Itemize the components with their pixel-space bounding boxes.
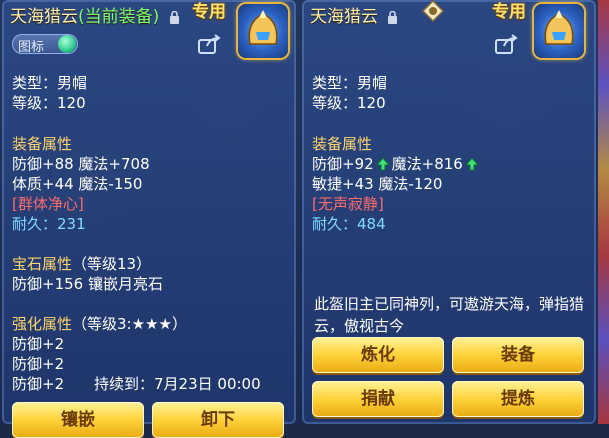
enhance-close: ） (171, 315, 187, 333)
gem-level: （等级13） (72, 255, 152, 273)
attr-value-defense: 防御+92 (312, 155, 374, 173)
enhance-stars: ★★★ (131, 315, 172, 333)
enhance-attr-row: 强化属性（等级3:★★★） (12, 313, 187, 334)
attr-line: 防御+88 魔法+708 (12, 155, 150, 173)
icon-toggle-label: 图标 (18, 40, 45, 55)
gem-line: 防御+156 镶嵌月亮石 (12, 275, 163, 293)
share-icon[interactable] (198, 34, 222, 54)
appraise-badge-icon (422, 0, 444, 22)
attr-line: 敏捷+43 魔法-120 (312, 175, 443, 193)
item-type: 类型：男帽 (12, 74, 88, 92)
attr-value-magic: 魔法+816 (391, 155, 463, 173)
gem-attr-row: 宝石属性（等级13） (12, 253, 151, 274)
refine-button[interactable]: 炼化 (312, 337, 444, 373)
enhance-line: 防御+2 (12, 355, 65, 373)
green-up-arrow-icon (464, 157, 479, 171)
durability: 耐久：484 (312, 215, 386, 233)
item-level: 等级：120 (312, 94, 386, 112)
attr-header: 装备属性 (12, 135, 73, 153)
side-item-strip (598, 0, 609, 424)
exclusive-badge: 专用 (192, 2, 226, 22)
item-name: 天海猎云 (10, 7, 78, 27)
share-icon[interactable] (495, 34, 519, 54)
item-name: 天海猎云 (310, 7, 378, 27)
donate-button[interactable]: 捐献 (312, 381, 444, 417)
green-up-arrow-icon (375, 157, 390, 171)
equip-button[interactable]: 装备 (452, 337, 584, 373)
attr-header: 装备属性 (312, 135, 373, 153)
attr-line: 体质+44 魔法-150 (12, 175, 143, 193)
enhance-line: 防御+2 (12, 375, 65, 393)
item-level: 等级：120 (12, 94, 86, 112)
enhance-duration: 持续到：7月23日 00:00 (94, 375, 261, 393)
enhance-level: （等级3: (72, 315, 132, 333)
lock-icon (388, 10, 398, 24)
special-effect: [无声寂静] (312, 195, 384, 213)
attr-line: 防御+92 魔法+816 (312, 153, 481, 174)
helmet-item-icon[interactable] (534, 4, 584, 58)
equipped-item-panel: 天海猎云(当前装备) 专用 图标 类型：男帽 等级：120 装备属性 防御+88… (2, 0, 296, 438)
gem-header: 宝石属性 (12, 255, 73, 273)
lock-icon (169, 10, 179, 24)
extract-button[interactable]: 提炼 (452, 381, 584, 417)
durability: 耐久：231 (12, 215, 86, 233)
compare-item-panel: 天海猎云 专用 类型：男帽 等级：120 装备属性 防御+92 魔法+816 敏捷… (302, 0, 596, 424)
helmet-item-icon[interactable] (238, 4, 288, 58)
toggle-knob (58, 35, 76, 53)
item-title: 天海猎云(当前装备) (10, 2, 180, 27)
item-description: 此盔旧主已同神列，可遨游天海，弹指猎云，傲视古今 (314, 295, 585, 335)
item-title: 天海猎云 (310, 2, 398, 27)
icon-toggle[interactable]: 图标 (12, 34, 78, 55)
unequip-button[interactable]: 卸下 (152, 402, 284, 438)
item-type: 类型：男帽 (312, 74, 388, 92)
inlay-button[interactable]: 镶嵌 (12, 402, 144, 438)
exclusive-badge: 专用 (492, 2, 526, 22)
enhance-header: 强化属性 (12, 315, 73, 333)
enhance-line: 防御+2 (12, 335, 65, 353)
special-effect: [群体净心] (12, 195, 84, 213)
current-equip-tag: (当前装备) (78, 7, 160, 27)
